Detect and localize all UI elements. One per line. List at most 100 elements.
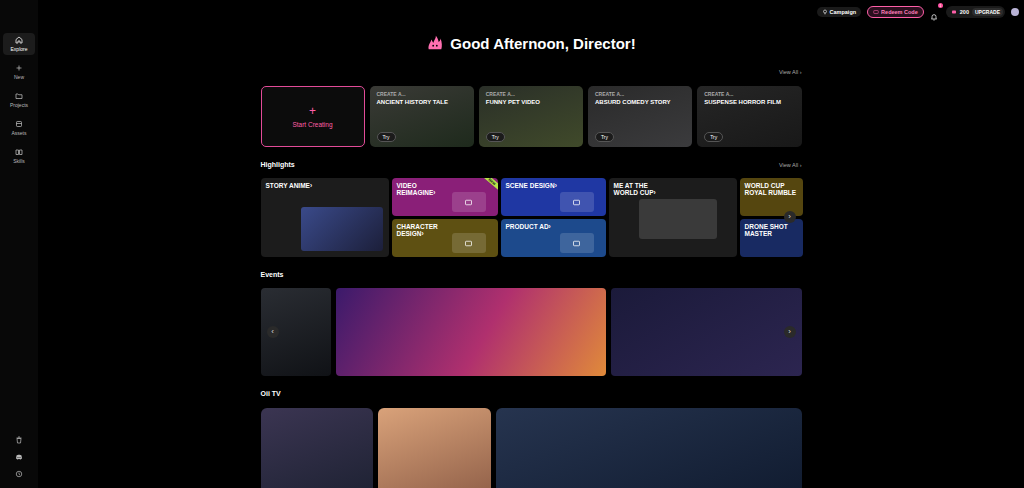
view-all-link[interactable]: View All › <box>779 68 802 76</box>
sidebar-item[interactable]: Explore <box>3 33 35 55</box>
try-button[interactable]: Try <box>377 132 396 142</box>
sidebar-label: Projects <box>10 102 28 108</box>
template-prefix: CREATE A... <box>377 91 467 98</box>
highlight-card[interactable]: ME AT THE WORLD CUP› <box>609 178 737 257</box>
try-button[interactable]: Try <box>704 132 723 142</box>
highlight-card[interactable]: SCENE DESIGN› <box>501 178 606 216</box>
plus-icon <box>15 64 23 72</box>
section-title: Events <box>261 270 284 280</box>
sidebar-label: New <box>14 74 24 80</box>
template-prefix: CREATE A... <box>486 91 576 98</box>
credits-pill[interactable]: 200UPGRADE <box>946 6 1005 18</box>
sidebar-menu: Explore New Projects Assets Skills <box>3 33 35 167</box>
event-banner[interactable] <box>611 288 802 376</box>
discord-icon[interactable] <box>15 453 23 461</box>
sidebar-item[interactable]: Assets <box>3 117 35 139</box>
next-arrow[interactable]: › <box>784 211 796 223</box>
tv-card[interactable] <box>496 408 802 488</box>
box-icon <box>15 120 23 128</box>
highlight-picture <box>639 199 717 239</box>
highlight-title: STORY ANIME› <box>266 182 318 189</box>
greeting-text: Good Afternoon, Director! <box>450 35 635 52</box>
feature-icon <box>560 233 594 253</box>
highlight-title: ME AT THE WORLD CUP› <box>614 182 666 196</box>
template-card[interactable]: CREATE A...FUNNY PET VIDEO Try <box>479 86 583 147</box>
redeem-code-label: Redeem Code <box>881 9 918 15</box>
tv-header: Oii TV <box>261 389 802 399</box>
highlight-card[interactable]: DRONE SHOT MASTER <box>740 219 803 257</box>
highlight-title: VIDEO REIMAGINE› <box>397 182 449 196</box>
home-icon <box>15 36 23 44</box>
highlights-grid: STORY ANIME› VIDEO REIMAGINE› New CHARACTER… <box>261 178 802 257</box>
template-title: FUNNY PET VIDEO <box>486 98 576 106</box>
highlight-card[interactable]: VIDEO REIMAGINE› New <box>392 178 498 216</box>
main: CampaignRedeem Code1200UPGRADEGood After… <box>38 0 1024 488</box>
campaign-button[interactable]: Campaign <box>817 7 862 17</box>
template-title: ABSURD COMEDY STORY <box>595 98 685 106</box>
greeting: Good Afternoon, Director! <box>261 32 802 54</box>
flame-icon <box>426 34 444 52</box>
template-title: SUSPENSE HORROR FILM <box>704 98 794 106</box>
bell-icon <box>930 13 938 21</box>
highlight-title: CHARACTER DESIGN› <box>397 223 449 237</box>
bulb-icon <box>822 9 828 15</box>
template-card[interactable]: CREATE A...ABSURD COMEDY STORYTry <box>588 86 692 147</box>
feature-icon <box>560 192 594 212</box>
highlight-card[interactable]: CHARACTER DESIGN› <box>392 219 498 257</box>
sidebar: Explore New Projects Assets Skills <box>0 0 38 488</box>
top-bar: CampaignRedeem Code1200UPGRADE <box>38 0 1024 24</box>
highlight-title: WORLD CUP ROYAL RUMBLE <box>745 182 797 196</box>
sidebar-footer <box>15 436 23 478</box>
sidebar-item[interactable]: New <box>3 61 35 83</box>
help-icon[interactable] <box>15 470 23 478</box>
next-arrow[interactable]: › <box>784 326 796 338</box>
start-creating-card[interactable]: +Start Creating <box>261 86 365 147</box>
tv-row <box>261 408 802 488</box>
ticket-icon <box>873 9 879 15</box>
events-header: Events <box>261 270 802 280</box>
template-prefix: CREATE A... <box>704 91 794 98</box>
highlight-title: SCENE DESIGN› <box>506 182 558 189</box>
try-button[interactable]: Try <box>486 132 505 142</box>
template-title: ANCIENT HISTORY TALE <box>377 98 467 106</box>
view-all-link[interactable]: View All › <box>779 160 802 170</box>
template-card[interactable]: CREATE A...SUSPENSE HORROR FILM Try <box>697 86 801 147</box>
highlight-title: PRODUCT AD› <box>506 223 558 230</box>
sidebar-label: Explore <box>11 46 28 52</box>
section-title: Oii TV <box>261 389 281 399</box>
content: Good Afternoon, Director! View All › +Star… <box>261 24 802 488</box>
try-button[interactable]: Try <box>595 132 614 142</box>
feature-glyph-icon <box>572 239 581 248</box>
sidebar-label: Skills <box>13 158 25 164</box>
notification-badge: 1 <box>938 3 943 8</box>
new-badge: New <box>481 178 497 191</box>
redeem-code-button[interactable]: Redeem Code <box>867 6 924 18</box>
sidebar-item[interactable]: Skills <box>3 145 35 167</box>
folder-icon <box>15 92 23 100</box>
highlight-card[interactable]: WORLD CUP ROYAL RUMBLE <box>740 178 803 216</box>
feature-glyph-icon <box>464 239 473 248</box>
feature-glyph-icon <box>464 198 473 207</box>
tv-card[interactable] <box>261 408 373 488</box>
avatar[interactable] <box>1011 8 1019 16</box>
campaign-label: Campaign <box>830 9 857 15</box>
template-card[interactable]: CREATE A...ANCIENT HISTORY TALE Try <box>370 86 474 147</box>
section-title: Highlights <box>261 160 295 170</box>
highlights: STORY ANIME› VIDEO REIMAGINE› New CHARACTER… <box>261 178 802 257</box>
highlight-card[interactable]: PRODUCT AD› <box>501 219 606 257</box>
highlight-card[interactable]: STORY ANIME› <box>261 178 389 257</box>
coin-icon <box>951 9 957 15</box>
plus-icon: + <box>309 105 316 117</box>
prev-arrow[interactable]: ‹ <box>267 326 279 338</box>
feature-glyph-icon <box>572 198 581 207</box>
trash-icon[interactable] <box>15 436 23 444</box>
sidebar-label: Assets <box>11 130 26 136</box>
highlight-picture <box>301 207 383 251</box>
event-banner[interactable] <box>336 288 606 376</box>
upgrade-button[interactable]: UPGRADE <box>972 8 1003 16</box>
credits-count: 200 <box>960 9 969 15</box>
notifications-button[interactable]: 1 <box>930 7 940 17</box>
create-header: View All › <box>261 68 802 76</box>
tv-card[interactable] <box>378 408 491 488</box>
sidebar-item[interactable]: Projects <box>3 89 35 111</box>
